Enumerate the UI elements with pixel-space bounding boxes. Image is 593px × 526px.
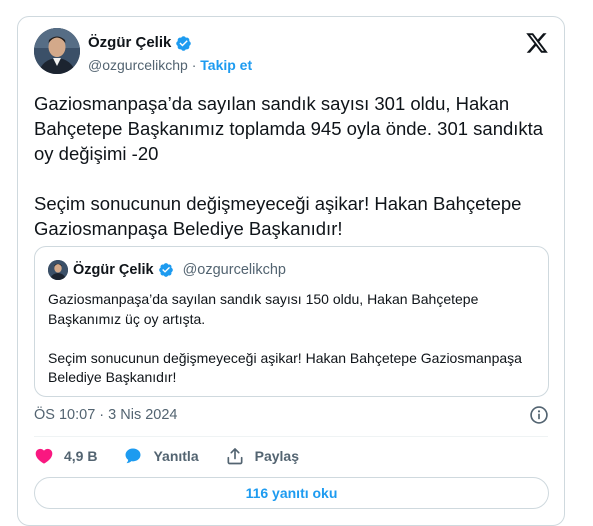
handle-separator: ·: [191, 57, 197, 73]
quoted-tweet-paragraph: Gaziosmanpaşa’da sayılan sandık sayısı 1…: [48, 291, 479, 327]
heart-icon: [35, 448, 53, 464]
read-replies-button[interactable]: 116 yanıtı oku: [34, 477, 549, 509]
x-logo-icon[interactable]: [525, 31, 549, 55]
share-button[interactable]: Paylaş: [225, 446, 299, 466]
quoted-tweet-text: Gaziosmanpaşa’da sayılan sandık sayısı 1…: [48, 290, 538, 388]
verified-badge-icon: [175, 35, 192, 52]
follow-button[interactable]: Takip et: [200, 57, 252, 73]
like-button[interactable]: 4,9 B: [34, 446, 97, 466]
quoted-tweet[interactable]: Özgür Çelik @ozgurcelikchp Gaziosmanpaşa…: [34, 246, 549, 397]
share-upload-icon: [227, 448, 243, 465]
quoted-author-avatar: [48, 260, 68, 280]
author-avatar[interactable]: [34, 28, 80, 74]
tweet-paragraph: Gaziosmanpaşa’da sayılan sandık sayısı 3…: [34, 93, 544, 164]
verified-badge-icon: [158, 262, 175, 279]
reply-label: Yanıtla: [153, 448, 199, 464]
reply-button[interactable]: Yanıtla: [123, 446, 199, 466]
author-handle[interactable]: @ozgurcelikchp: [88, 57, 188, 73]
tweet-card: Özgür Çelik @ozgurcelikchp · Takip et Ga…: [17, 16, 565, 526]
quoted-author-name: Özgür Çelik: [73, 262, 154, 278]
speech-bubble-icon: [125, 448, 141, 464]
like-count: 4,9 B: [64, 448, 98, 464]
timestamp-separator: ·: [99, 407, 105, 423]
action-bar: 4,9 B Yanıtla Paylaş: [34, 446, 325, 466]
author-handle-row: @ozgurcelikchp · Takip et: [88, 56, 252, 74]
tweet-text: Gaziosmanpaşa’da sayılan sandık sayısı 3…: [34, 91, 554, 241]
author-name[interactable]: Özgür Çelik: [88, 34, 171, 52]
quoted-tweet-paragraph: Seçim sonucunun değişmeyeceği aşikar! Ha…: [48, 349, 522, 386]
tweet-timestamp[interactable]: ÖS 10:07 · 3 Nis 2024: [34, 406, 178, 424]
share-label: Paylaş: [254, 448, 299, 464]
quoted-author-handle: @ozgurcelikchp: [182, 262, 286, 278]
divider: [34, 436, 548, 437]
quoted-author-row: Özgür Çelik @ozgurcelikchp: [73, 261, 286, 279]
tweet-time: ÖS 10:07: [34, 407, 96, 423]
tweet-paragraph: Seçim sonucunun değişmeyeceği aşikar! Ha…: [34, 193, 522, 239]
info-icon[interactable]: [529, 405, 549, 425]
author-name-row: Özgür Çelik: [88, 34, 192, 52]
tweet-date: 3 Nis 2024: [108, 407, 178, 423]
